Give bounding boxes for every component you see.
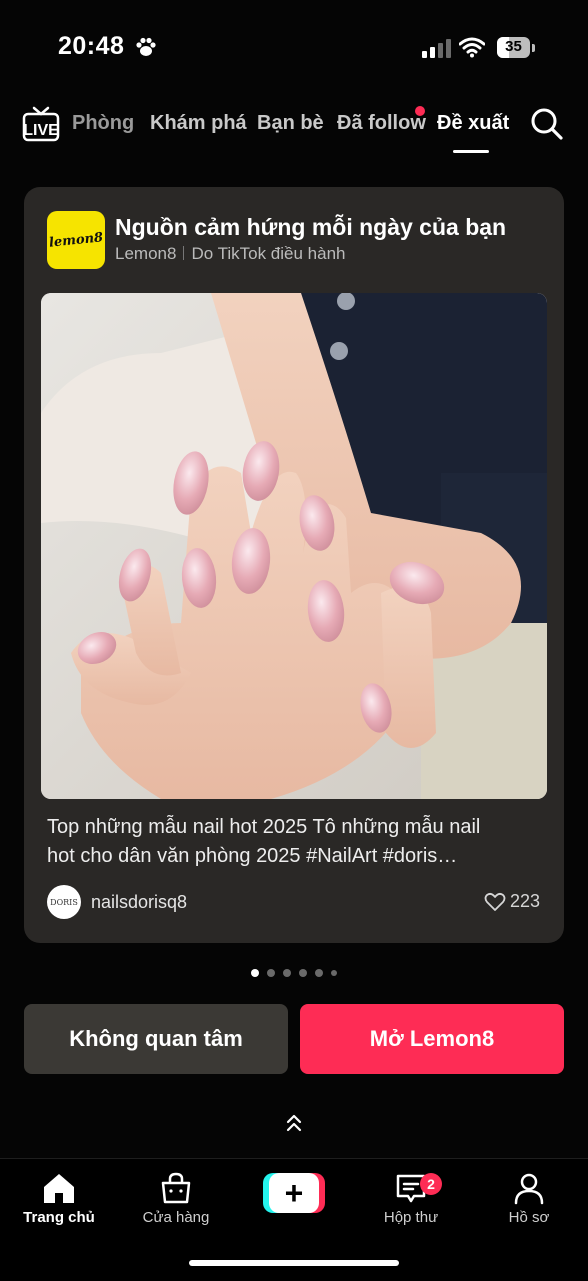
lemon8-promo-card[interactable]: lemon8 Nguồn cảm hứng mỗi ngày của bạn L… [24, 187, 564, 943]
post-description[interactable]: Top những mẫu nail hot 2025 Tô những mẫu… [47, 813, 541, 871]
tab-da-follow[interactable]: Đã follow [337, 112, 426, 135]
home-icon [44, 1174, 74, 1203]
top-navigation: LIVE Phòng Khám phá Bạn bè Đã follow Đề … [0, 100, 588, 160]
carousel-dot [299, 969, 307, 977]
battery-level: 35 [505, 38, 522, 55]
search-icon[interactable] [529, 106, 565, 142]
shop-bag-icon [161, 1172, 191, 1204]
battery-icon: 35 [497, 37, 530, 58]
nav-inbox-label: Hộp thư [383, 1209, 439, 1226]
carousel-dot [283, 969, 291, 977]
operator-text: Do TikTok điều hành [191, 244, 346, 263]
tab-ban-be[interactable]: Bạn bè [257, 112, 324, 135]
nav-home-label: Trang chủ [23, 1209, 95, 1226]
wifi-icon [459, 37, 485, 58]
tab-phong[interactable]: Phòng [72, 112, 134, 135]
nav-shop[interactable]: Cửa hàng [126, 1169, 226, 1226]
card-title: Nguồn cảm hứng mỗi ngày của bạn [115, 214, 507, 240]
author-avatar[interactable]: DORIS [47, 885, 81, 919]
create-plus-button[interactable]: + [263, 1173, 325, 1213]
nav-shop-label: Cửa hàng [142, 1209, 210, 1226]
active-tab-indicator [453, 150, 489, 153]
like-count[interactable]: 223 [484, 891, 540, 912]
carousel-dot [251, 969, 259, 977]
lemon8-logo: lemon8 [47, 211, 105, 269]
nav-profile-label: Hồ sơ [508, 1209, 550, 1226]
heart-icon [484, 892, 506, 911]
card-subtitle: Lemon8 Do TikTok điều hành [115, 244, 345, 264]
carousel-indicator [0, 969, 588, 977]
home-indicator [189, 1260, 399, 1266]
carousel-dot [315, 969, 323, 977]
status-time: 20:48 [58, 32, 125, 60]
nav-inbox[interactable]: 2 Hộp thư [361, 1169, 461, 1226]
brand-name: Lemon8 [115, 244, 177, 263]
likes-value: 223 [509, 891, 540, 911]
nav-home[interactable]: Trang chủ [9, 1169, 109, 1226]
live-icon[interactable]: LIVE [22, 106, 60, 142]
lemon8-logo-text: lemon8 [48, 229, 104, 251]
tab-kham-pha[interactable]: Khám phá [150, 112, 247, 135]
paw-icon [136, 37, 156, 56]
description-line-2: hot cho dân văn phòng 2025 #NailArt #dor… [47, 845, 458, 867]
live-label: LIVE [23, 122, 59, 139]
post-image[interactable] [41, 293, 547, 799]
double-chevron-up-icon[interactable] [284, 1112, 304, 1134]
tab-de-xuat[interactable]: Đề xuất [437, 112, 509, 135]
avatar-text: DORIS [50, 897, 78, 907]
nail-hands-photo [41, 293, 547, 799]
create-plus-icon: + [269, 1173, 319, 1213]
divider [183, 246, 185, 260]
description-line-1: Top những mẫu nail hot 2025 Tô những mẫu… [47, 816, 481, 838]
inbox-badge: 2 [420, 1173, 442, 1195]
nav-profile[interactable]: Hồ sơ [479, 1169, 579, 1226]
cellular-signal-icon [422, 38, 451, 58]
open-lemon8-button[interactable]: Mở Lemon8 [300, 1004, 564, 1074]
status-bar: 20:48 35 [0, 0, 588, 96]
profile-icon [514, 1173, 544, 1205]
carousel-dot [331, 970, 337, 976]
not-interested-button[interactable]: Không quan tâm [24, 1004, 288, 1074]
carousel-dot [267, 969, 275, 977]
author-name[interactable]: nailsdorisq8 [91, 892, 187, 913]
notification-dot [415, 106, 425, 116]
battery-tip [532, 44, 535, 52]
